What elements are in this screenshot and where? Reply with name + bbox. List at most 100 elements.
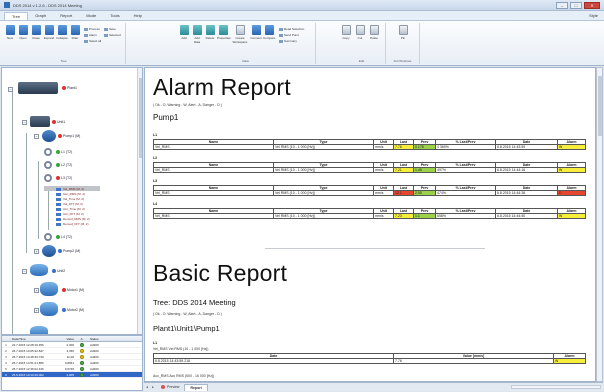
tree-node-l4[interactable]: L4 (T2): [56, 235, 72, 240]
report-scrollbar[interactable]: [596, 67, 603, 382]
tree-node-unit1[interactable]: Unit1: [52, 120, 65, 125]
filter-button[interactable]: Filter: [69, 25, 81, 40]
status-warning-icon: [80, 355, 84, 360]
ribbon-group-edit: Copy Cut Paste Edit: [338, 23, 386, 64]
channel-item[interactable]: Vel_Time (M, 2): [56, 197, 84, 201]
save-option[interactable]: Save: [104, 27, 116, 31]
legend-text: ( Ok - O, Warning - W, Alert - A, Danger…: [153, 312, 222, 316]
compare-button[interactable]: Compare: [263, 25, 275, 40]
add-data-button[interactable]: Add Data: [191, 25, 203, 44]
tree-node-l2[interactable]: L2 (T2): [56, 163, 72, 168]
select-all-option[interactable]: Select all: [84, 39, 101, 43]
delete-button[interactable]: Delete: [204, 25, 216, 40]
unit2-icon: [30, 264, 48, 276]
column-value[interactable]: Value: [54, 336, 76, 341]
ribbon-group-label: Edit: [358, 59, 365, 63]
alarm-table-l1: Name Type Unit Last Prev% Last/Prev Date Alarm…: [153, 139, 586, 150]
bearing-icon: [44, 174, 52, 182]
tree-scrollbar[interactable]: [137, 68, 142, 334]
tree-node-plant1[interactable]: Plant1: [62, 86, 77, 91]
channel-item[interactable]: Demod_RMS (M, 2): [56, 217, 90, 221]
alarm-option[interactable]: Alarm: [84, 33, 97, 37]
tab-help[interactable]: Help: [127, 12, 149, 20]
new-button[interactable]: New: [4, 25, 16, 40]
tree-node-motor2[interactable]: Motor2 (M): [62, 308, 84, 313]
close-tree-button[interactable]: Close: [30, 25, 42, 40]
process-option[interactable]: Process: [84, 27, 100, 31]
column-date[interactable]: Date/Time: [10, 336, 54, 341]
scroll-thumb[interactable]: [139, 78, 142, 158]
send-point-option[interactable]: Send Point: [279, 33, 299, 37]
new-icon: [5, 25, 15, 35]
expand-toggle[interactable]: +: [34, 249, 39, 254]
tree-node-pump1[interactable]: Pump1 (M): [58, 134, 80, 139]
tree-title: Tree: DDS 2014 Meeting: [153, 298, 236, 307]
expand-toggle[interactable]: +: [34, 288, 39, 293]
expand-icon: [44, 25, 54, 35]
tree-node-motor1[interactable]: Motor1 (M): [62, 288, 84, 293]
expand-toggle[interactable]: −: [8, 87, 13, 92]
bearing-icon: [44, 148, 52, 156]
open-button[interactable]: Open: [17, 25, 29, 40]
copy-button[interactable]: Copy: [340, 25, 352, 40]
column-status[interactable]: Status: [88, 336, 108, 341]
ribbon-group-label: Full Windows: [393, 59, 412, 63]
pump-heading: Pump1: [153, 113, 179, 122]
channel-item[interactable]: Vel_RMS (M, 2): [56, 187, 84, 191]
horizontal-scrollbar[interactable]: [511, 385, 601, 389]
add-button[interactable]: Add: [178, 25, 190, 40]
section-label: L3: [153, 179, 158, 183]
paste-icon: [369, 25, 379, 35]
channel-item[interactable]: Acc_Time (M, 2): [56, 207, 85, 211]
expand-toggle[interactable]: −: [22, 269, 27, 274]
tab-report-doc[interactable]: Report: [184, 383, 208, 391]
tab-mode[interactable]: Mode: [79, 12, 103, 20]
pin-icon: [398, 25, 408, 35]
style-menu[interactable]: Style: [589, 13, 598, 18]
tab-tools[interactable]: Tools: [103, 12, 126, 20]
tree-node-unit2[interactable]: Unit2: [52, 269, 65, 274]
minimize-button[interactable]: –: [556, 2, 568, 9]
channel-item[interactable]: Vel_FFT (M, 2): [56, 202, 83, 206]
tab-report[interactable]: Report: [53, 12, 79, 20]
channel-item[interactable]: Acc_RMS (M, 2): [56, 192, 85, 196]
selected-option[interactable]: Selected: [104, 33, 121, 37]
create-workspace-button[interactable]: Create Workspace: [232, 25, 248, 44]
tree-node-l3[interactable]: L3 (T2): [56, 176, 72, 181]
table-row: Vel_RMS Vel RMS (10 - 1 000 [Hz]) mm/s 7.21…: [153, 167, 586, 173]
section-label: L1: [153, 341, 158, 345]
scroll-thumb[interactable]: [598, 76, 602, 136]
channel-item[interactable]: Acc_FFT (M, 2): [56, 212, 84, 216]
tree-node-l1[interactable]: L1 (T2): [56, 150, 72, 155]
expand-toggle[interactable]: +: [34, 308, 39, 313]
table-row-selected[interactable]: 6 25.6.2015 10:10:46.002 2,005 Ad300: [2, 372, 142, 378]
channel-item[interactable]: Demod_FFT (M, 2): [56, 222, 88, 226]
bearing-icon: [44, 233, 52, 241]
ribbon-group-label: Tree: [60, 59, 67, 63]
tab-graph[interactable]: Graph: [28, 12, 53, 20]
tab-tree[interactable]: Tree: [4, 12, 29, 20]
ribbon-group-full-windows: Pin Full Windows: [386, 23, 420, 64]
app-icon: [4, 2, 10, 8]
summary-option[interactable]: Summary: [279, 39, 297, 43]
properties-button[interactable]: Properties: [217, 25, 231, 40]
cut-button[interactable]: Cut: [354, 25, 366, 40]
copy-icon: [341, 25, 351, 35]
collapse-button[interactable]: Collapse: [56, 25, 68, 40]
table-row: Vel_RMS Vel RMS (10 - 1 000 [Hz]) mm/s 7.76…: [153, 144, 586, 150]
tree-node-pump2[interactable]: Pump2 (M): [58, 249, 80, 254]
read-selection-option[interactable]: Read Selection: [279, 27, 304, 31]
pin-button[interactable]: Pin: [397, 25, 409, 40]
tab-preview[interactable]: Preview: [156, 384, 184, 391]
expand-toggle[interactable]: −: [34, 134, 39, 139]
column-a[interactable]: A.: [76, 336, 88, 341]
alarm-report-title: Alarm Report: [153, 74, 291, 100]
table-row: Vel_RMS Vel RMS (10 - 1 000 [Hz]) mm/s 7.23…: [153, 213, 586, 219]
status-ok-icon: [80, 343, 84, 348]
close-button[interactable]: ✕: [584, 2, 600, 9]
expand-button[interactable]: Expand: [43, 25, 55, 40]
paste-button[interactable]: Paste: [368, 25, 380, 40]
maximize-button[interactable]: □: [570, 2, 582, 9]
expand-toggle[interactable]: −: [22, 120, 27, 125]
connect-button[interactable]: Connect: [250, 25, 262, 40]
